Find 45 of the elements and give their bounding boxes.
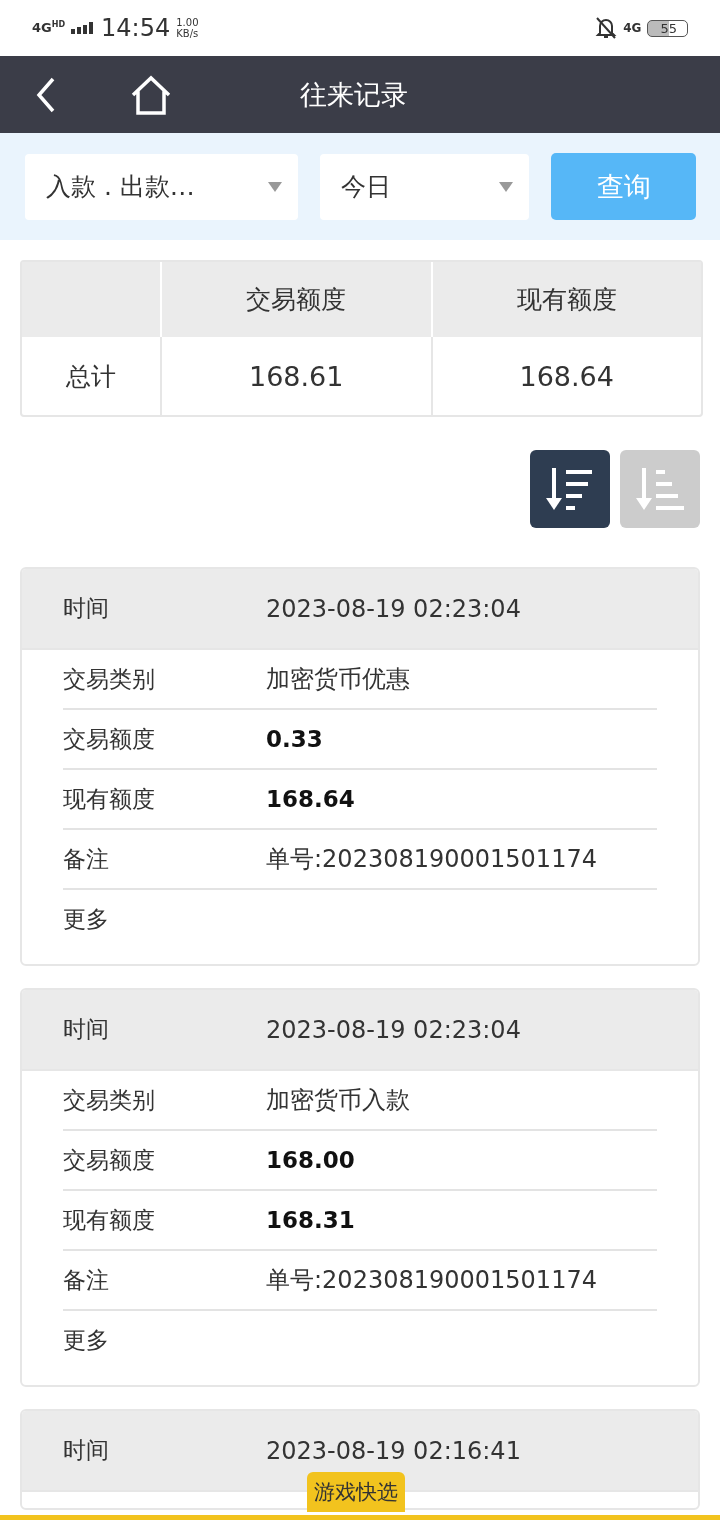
field-value: 2023-08-19 02:23:04 [266, 1015, 521, 1044]
field-label: 备注 [63, 844, 110, 874]
network-speed: 1.00 KB/s [176, 17, 199, 39]
page-title: 往来记录 [300, 77, 408, 112]
table-cell: 168.61 [160, 337, 431, 415]
field-label: 时间 [63, 594, 110, 623]
field-label: 交易额度 [63, 724, 156, 754]
field-label: 现有额度 [63, 784, 156, 814]
back-icon[interactable] [36, 76, 56, 113]
more-link[interactable]: 更多 [63, 903, 266, 935]
field-label: 时间 [63, 1015, 110, 1044]
caret-icon [499, 181, 514, 192]
field-label: 交易类别 [63, 1085, 156, 1115]
battery-level: 55 [647, 19, 688, 37]
field-label: 现有额度 [63, 1205, 156, 1235]
table-cell-text: 总计 [65, 360, 117, 393]
table-cell: 168.64 [430, 337, 701, 415]
clock-time: 14:54 [101, 14, 171, 42]
field-value: 0.33 [266, 726, 323, 752]
field-value: 单号:202308190001501174 [266, 844, 597, 875]
home-icon[interactable] [130, 74, 172, 115]
dropdown-select[interactable]: 入款 . 出款… [25, 153, 298, 220]
field-value: 2023-08-19 02:23:04 [266, 594, 521, 623]
field-value: 加密货币入款 [266, 1085, 410, 1116]
network-indicator: 4G$^{HD}$ [32, 20, 66, 36]
field-label: 备注 [63, 1265, 110, 1295]
more-link[interactable]: 更多 [63, 1324, 266, 1356]
field-value: 单号:202308190001501174 [266, 1265, 597, 1296]
field-value: 168.64 [266, 786, 355, 812]
field-label: 交易类别 [63, 664, 156, 694]
bell-muted-icon [595, 16, 618, 40]
sort-descending-button[interactable] [530, 450, 610, 528]
caret-icon [267, 181, 282, 192]
field-label: 时间 [63, 1436, 110, 1465]
dropdown-select[interactable]: 今日 [319, 153, 530, 220]
field-value: 加密货币优惠 [266, 664, 410, 695]
field-value: 168.00 [266, 1147, 355, 1173]
signal-icon [71, 22, 96, 34]
column-header: 现有额度 [430, 262, 701, 337]
field-value: 2023-08-19 02:16:41 [266, 1436, 521, 1465]
network-indicator: 4G [623, 21, 642, 35]
floating-badge[interactable]: 游戏快选 [307, 1472, 405, 1512]
field-value: 168.31 [266, 1207, 355, 1233]
field-label: 交易额度 [63, 1145, 156, 1175]
column-header: 交易额度 [160, 262, 431, 337]
